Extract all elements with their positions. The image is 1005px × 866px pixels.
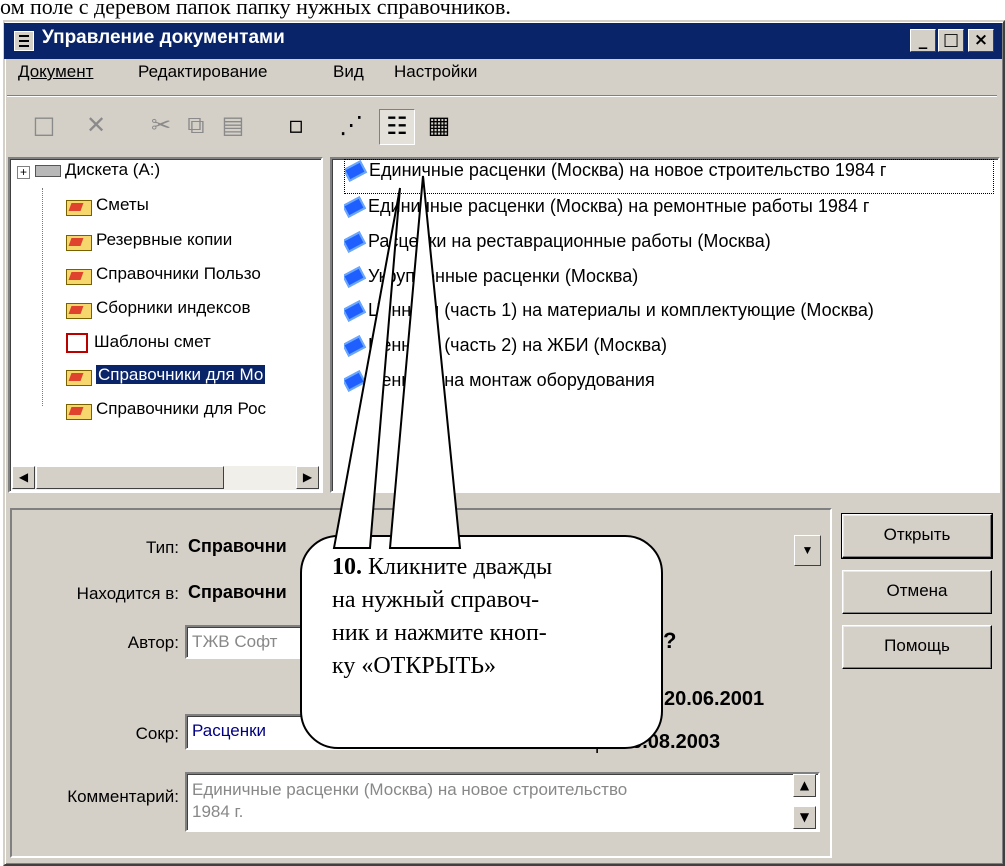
step-number: 10. bbox=[332, 554, 362, 580]
callout-pointer bbox=[332, 175, 462, 549]
callout-line: на нужный справоч- bbox=[332, 587, 540, 613]
callout-line: ник и нажмите кноп- bbox=[332, 620, 547, 646]
callout-instruction: 10. Кликните дважды на нужный справоч- н… bbox=[332, 551, 656, 683]
callout-line: ку «ОТКРЫТЬ» bbox=[332, 653, 497, 679]
